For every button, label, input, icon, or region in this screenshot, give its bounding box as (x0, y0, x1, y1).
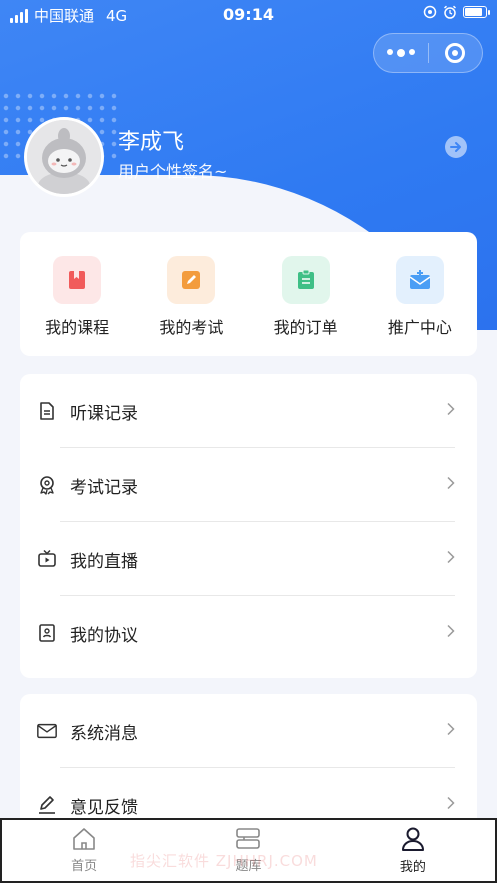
tab-label-mine: 我的 (399, 860, 426, 875)
watermark: 指尖汇软件 ZJHHRJ.COM (130, 852, 318, 870)
mail-plus-icon (409, 270, 431, 289)
chevron-right-icon (447, 550, 455, 568)
miniprogram-capsule (373, 33, 483, 73)
close-miniprogram-icon[interactable] (429, 43, 483, 63)
user-name: 李成飞 (118, 130, 185, 155)
tab-label-home: 首页 (71, 859, 98, 874)
question-bank-icon (236, 828, 261, 849)
document-icon (36, 400, 58, 422)
chevron-right-icon (447, 722, 455, 740)
mascot-avatar-icon (27, 120, 101, 194)
chevron-right-icon (447, 624, 455, 642)
chevron-right-icon (447, 796, 455, 814)
contract-icon (36, 622, 58, 644)
award-ribbon-icon (36, 474, 58, 496)
chevron-right-icon (447, 476, 455, 494)
chevron-right-icon (447, 402, 455, 420)
quick-action-courses[interactable]: 我的课程 (20, 232, 134, 356)
menu-item-my-live[interactable]: 我的直播 (20, 522, 477, 596)
user-signature: 用户个性签名~ (118, 162, 228, 181)
quick-icon-box (53, 256, 102, 304)
menu-item-system-messages[interactable]: 系统消息 (20, 694, 477, 768)
home-icon (73, 828, 95, 850)
menu-card-messages: 系统消息 意见反馈 (20, 694, 477, 834)
tab-mine[interactable]: 我的 (331, 820, 495, 881)
avatar[interactable] (24, 117, 104, 197)
quick-actions-card: 我的课程 我的考试 我的订单 推广中心 (20, 232, 477, 356)
status-right (423, 5, 490, 19)
menu-label: 我的协议 (70, 625, 138, 646)
pencil-note-icon (182, 271, 201, 289)
menu-item-my-agreement[interactable]: 我的协议 (20, 596, 477, 670)
quick-icon-box (167, 256, 216, 304)
location-lock-icon (423, 5, 437, 19)
quick-icon-box (395, 256, 444, 304)
edit-pen-icon (36, 794, 58, 816)
menu-label: 我的直播 (70, 551, 138, 572)
quick-icon-box (281, 256, 330, 304)
tv-play-icon (36, 548, 58, 570)
quick-action-exams[interactable]: 我的考试 (134, 232, 248, 356)
quick-label-courses: 我的课程 (45, 318, 110, 337)
clipboard-icon (297, 269, 314, 289)
quick-label-promotion: 推广中心 (387, 318, 452, 337)
menu-label: 系统消息 (70, 723, 138, 744)
quick-action-promotion[interactable]: 推广中心 (363, 232, 477, 356)
quick-label-orders: 我的订单 (273, 318, 338, 337)
menu-card-records: 听课记录 考试记录 我的直播 我的协议 (20, 374, 477, 678)
menu-item-listening-records[interactable]: 听课记录 (20, 374, 477, 448)
quick-label-exams: 我的考试 (159, 318, 224, 337)
menu-label: 考试记录 (70, 477, 138, 498)
bookmark-book-icon (69, 271, 86, 289)
profile-arrow-button[interactable] (445, 136, 467, 158)
quick-action-orders[interactable]: 我的订单 (249, 232, 363, 356)
envelope-icon (36, 720, 58, 742)
battery-icon (463, 6, 490, 18)
status-bar: 中国联通 4G 09:14 (0, 0, 497, 30)
menu-label: 听课记录 (70, 403, 138, 424)
user-icon (401, 827, 424, 851)
menu-item-exam-records[interactable]: 考试记录 (20, 448, 477, 522)
arrow-right-icon (450, 142, 461, 152)
alarm-icon (443, 5, 457, 19)
more-menu-icon[interactable] (374, 49, 428, 57)
menu-label: 意见反馈 (70, 797, 138, 818)
